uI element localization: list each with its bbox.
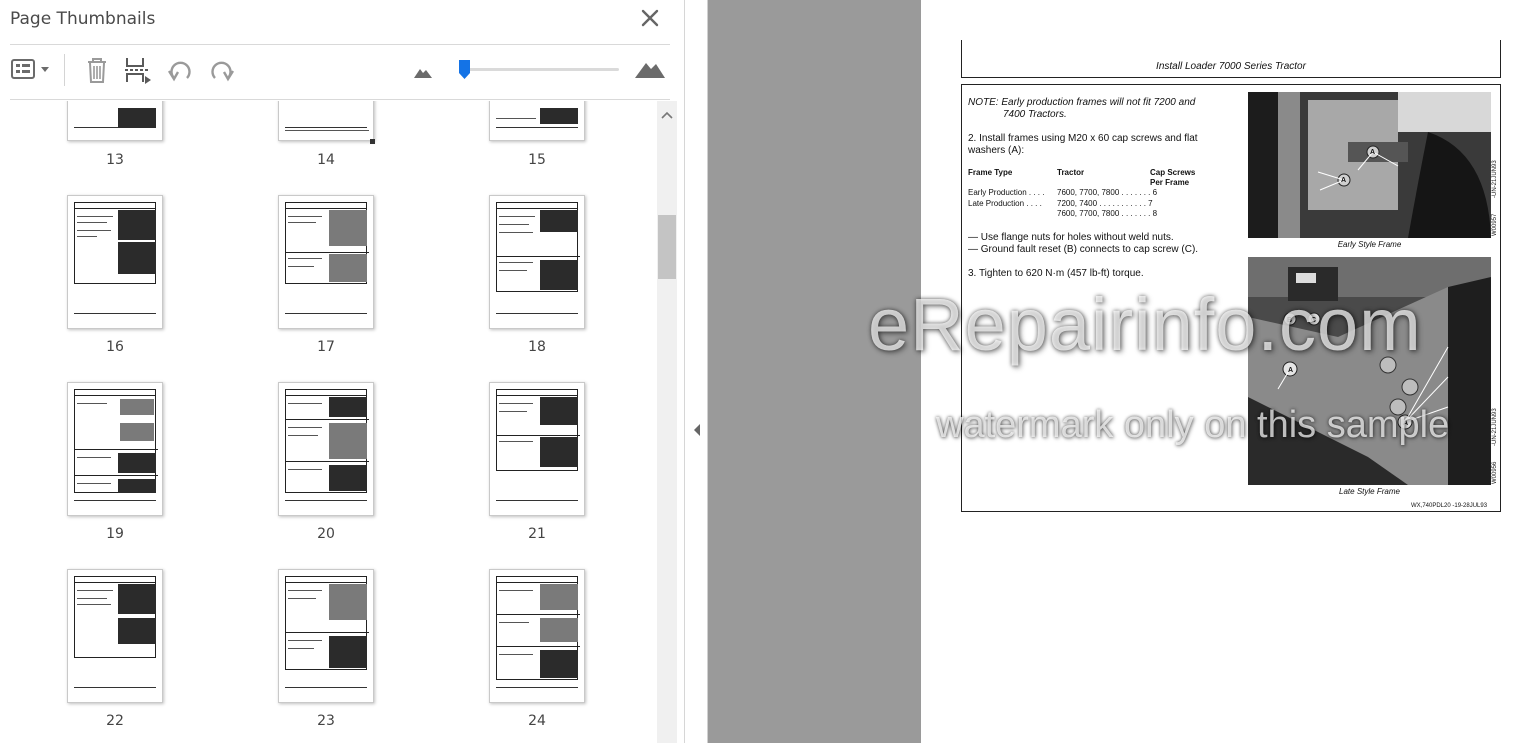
table-cell: 7600, 7700, 7800 . . . . . . . 8: [1057, 209, 1158, 218]
zoom-slider-track[interactable]: [461, 68, 619, 71]
pdf-viewer-window: Page Thumbnails 13 14 15 16 17 18 19 20 …: [0, 0, 1529, 743]
current-page-marker: [370, 139, 375, 144]
table-cell: Late Production . . . .: [968, 199, 1042, 208]
table-cell: Early Production . . . .: [968, 188, 1045, 197]
table-header-cap-screws: Cap Screws: [1150, 168, 1196, 177]
page-number-label: 16: [106, 339, 124, 355]
table-cell: 7200, 7400 . . . . . . . . . . . 7: [1057, 199, 1153, 208]
photo1-code: W00957: [1492, 213, 1498, 236]
note-line-1: NOTE: Early production frames will not f…: [968, 97, 1196, 108]
page-thumbnail-20[interactable]: [278, 382, 374, 516]
thumbnail-options-icon[interactable]: [10, 54, 54, 86]
scroll-up-arrow-icon[interactable]: [659, 108, 675, 122]
early-style-frame-photo: [1248, 92, 1491, 238]
page-number-label: 13: [106, 152, 124, 168]
page-number-label: 18: [528, 339, 546, 355]
bullet-2: — Ground fault reset (B) connects to cap…: [968, 244, 1199, 255]
rotate-clockwise-icon[interactable]: [205, 54, 239, 86]
panel-header: Page Thumbnails: [0, 0, 685, 40]
mountain-large-icon[interactable]: [633, 58, 667, 80]
page-thumbnail-23[interactable]: [278, 569, 374, 703]
page-thumbnail-24[interactable]: [489, 569, 585, 703]
collapse-panel-arrow-icon[interactable]: [692, 422, 702, 438]
page-footer-code: WX,740PDL20 -19-28JUL93: [1411, 503, 1488, 509]
note-line-2: 7400 Tractors.: [1003, 109, 1067, 120]
step-3: 3. Tighten to 620 N·m (457 lb-ft) torque…: [968, 268, 1144, 279]
photo1-caption: Early Style Frame: [1337, 240, 1402, 249]
photo1-code-2: -UN-21JUN93: [1492, 160, 1498, 198]
scrollbar-thumb[interactable]: [658, 215, 676, 279]
insert-pages-icon[interactable]: [121, 54, 155, 86]
callout-a: A: [1341, 177, 1347, 184]
page-thumbnail-16[interactable]: [67, 195, 163, 329]
page-thumbnail-21[interactable]: [489, 382, 585, 516]
page-header-title: Install Loader 7000 Series Tractor: [1156, 61, 1306, 72]
panel-splitter[interactable]: [685, 0, 708, 743]
page-thumbnail-15[interactable]: [489, 101, 585, 141]
thumbnails-toolbar: [0, 48, 685, 94]
page-number-label: 17: [317, 339, 335, 355]
close-icon[interactable]: [638, 6, 662, 30]
watermark-subtext: watermark only on this sample: [936, 404, 1450, 446]
page-number-label: 15: [528, 152, 546, 168]
panel-title: Page Thumbnails: [10, 9, 156, 29]
page-number-label: 19: [106, 526, 124, 542]
page-thumbnail-14[interactable]: [278, 101, 374, 141]
thumbnails-scrollbar[interactable]: [657, 101, 677, 743]
photo2-code-2: -UN-21JUN93: [1492, 408, 1498, 446]
toolbar-separator: [64, 54, 65, 86]
toolbar-divider: [10, 99, 670, 100]
photo2-code: W00956: [1492, 461, 1498, 484]
table-cell: 7600, 7700, 7800 . . . . . . . 6: [1057, 188, 1158, 197]
page-thumbnail-17[interactable]: [278, 195, 374, 329]
page-number-label: 24: [528, 713, 546, 729]
bullet-1: — Use flange nuts for holes without weld…: [968, 232, 1174, 243]
header-divider: [10, 44, 670, 45]
step2-line-2: washers (A):: [968, 145, 1025, 156]
mountain-small-icon[interactable]: [412, 62, 434, 80]
table-header-frame-type: Frame Type: [968, 168, 1013, 177]
page-number-label: 21: [528, 526, 546, 542]
page-number-label: 20: [317, 526, 335, 542]
page-number-label: 14: [317, 152, 335, 168]
table-header-tractor: Tractor: [1057, 168, 1085, 177]
page-thumbnail-19[interactable]: [67, 382, 163, 516]
photo2-caption: Late Style Frame: [1339, 487, 1400, 496]
page-thumbnail-13[interactable]: [67, 101, 163, 141]
watermark-text: eRepairinfo.com: [868, 283, 1422, 366]
callout-a: A: [1370, 149, 1376, 156]
table-header-per-frame: Per Frame: [1150, 178, 1190, 187]
page-thumbnails-panel: Page Thumbnails 13 14 15 16 17 18 19 20 …: [0, 0, 685, 743]
page-thumbnail-22[interactable]: [67, 569, 163, 703]
step2-line-1: 2. Install frames using M20 x 60 cap scr…: [968, 133, 1198, 144]
page-thumbnail-18[interactable]: [489, 195, 585, 329]
thumbnails-grid: 13 14 15 16 17 18 19 20 21 22 23 24: [0, 101, 656, 743]
page-number-label: 23: [317, 713, 335, 729]
rotate-counterclockwise-icon[interactable]: [163, 54, 197, 86]
zoom-slider-thumb[interactable]: [458, 59, 471, 80]
trash-icon[interactable]: [80, 54, 114, 86]
page-header-box: [961, 40, 1501, 78]
page-number-label: 22: [106, 713, 124, 729]
